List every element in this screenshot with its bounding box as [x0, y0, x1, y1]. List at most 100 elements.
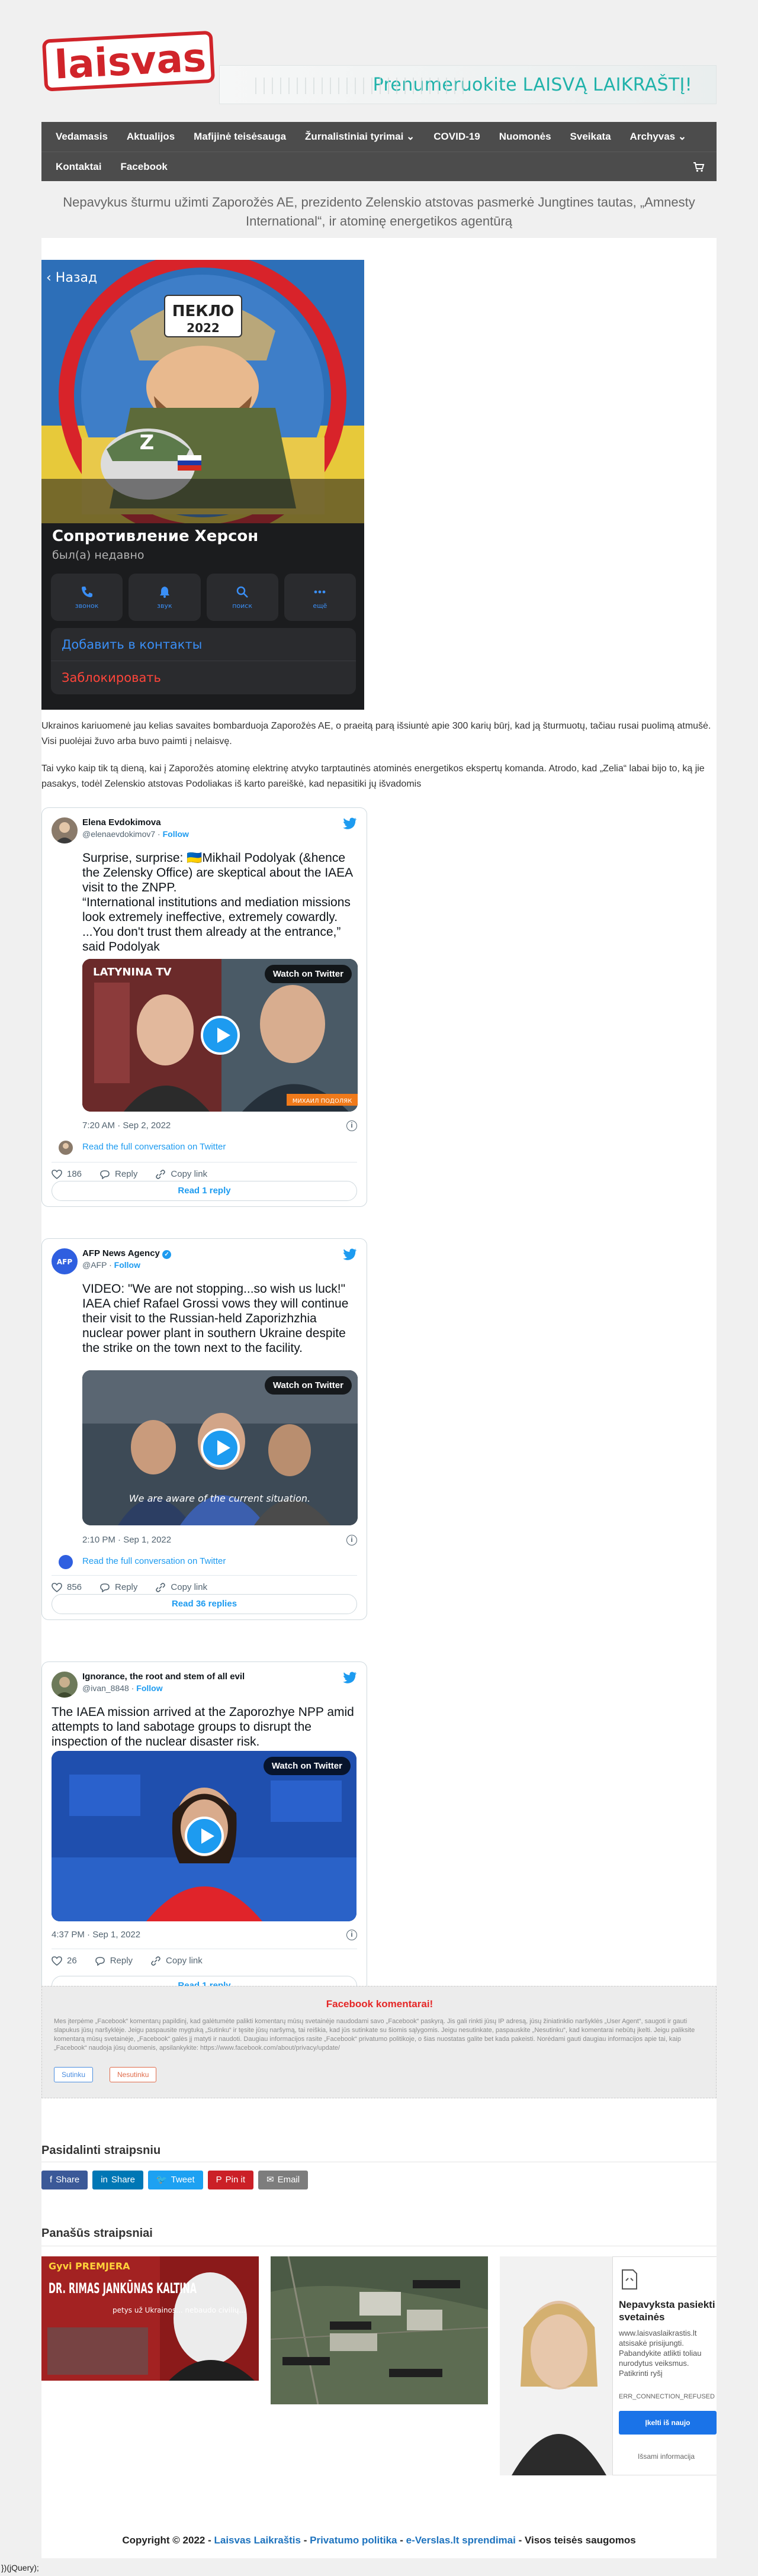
tweet-timestamp[interactable]: 7:20 AM · Sep 2, 2022	[82, 1120, 171, 1131]
pinterest-share-button[interactable]: P Pin it	[207, 2171, 254, 2189]
related-subline: petys už Ukrainos... nebaudo civilių...	[113, 2306, 246, 2314]
play-icon[interactable]	[184, 1817, 224, 1856]
more-button[interactable]: ещё	[284, 574, 356, 621]
nav-item-facebook[interactable]: Facebook	[111, 161, 176, 173]
read-conversation-link[interactable]: Read the full conversation on Twitter	[82, 1142, 226, 1152]
nav-item-archyvas[interactable]: Archyvas ⌄	[621, 131, 696, 143]
read-replies-button[interactable]: Read 1 reply	[52, 1181, 357, 1201]
info-icon[interactable]: i	[346, 1930, 357, 1940]
nav-item-sveikata[interactable]: Sveikata	[561, 131, 621, 143]
article-paragraph-1: Ukrainos kariuomenė jau kelias savaites …	[41, 721, 711, 746]
nav-item-mafijine-teisesauga[interactable]: Mafijinė teisėsauga	[184, 131, 296, 143]
related-article-2[interactable]	[271, 2256, 488, 2428]
linkedin-icon: in	[101, 2175, 108, 2185]
email-share-button[interactable]: ✉ Email	[258, 2171, 309, 2189]
tweet-timestamp[interactable]: 4:37 PM · Sep 1, 2022	[52, 1930, 140, 1940]
like-action[interactable]: 186	[52, 1169, 82, 1179]
info-icon[interactable]: i	[346, 1120, 357, 1131]
tweet-video[interactable]: LATYNINA TV МИХАИЛ ПОДОЛЯК Watch on Twit…	[82, 959, 358, 1112]
everslas-link[interactable]: e-Verslas.lt sprendimai	[406, 2535, 516, 2546]
link-icon	[151, 1956, 160, 1966]
reply-action[interactable]: Reply	[99, 1582, 137, 1592]
avatar-text: AFP	[57, 1258, 72, 1266]
sound-button[interactable]: звук	[129, 574, 201, 621]
tweet-text: The IAEA mission arrived at the Zaporozh…	[52, 1705, 354, 1749]
info-icon[interactable]: i	[346, 1535, 357, 1545]
tweet-video[interactable]: Watch on Twitter	[52, 1751, 356, 1921]
play-icon[interactable]	[200, 1016, 240, 1055]
nav-item-vedamasis[interactable]: Vedamasis	[46, 131, 117, 143]
twitter-bird-icon[interactable]	[343, 1248, 357, 1260]
linkedin-share-button[interactable]: in Share	[92, 2171, 143, 2189]
handle-text[interactable]: @AFP	[82, 1260, 107, 1270]
add-contact-button[interactable]: Добавить в контакты	[51, 628, 356, 661]
reply-action[interactable]: Reply	[99, 1169, 137, 1179]
footer-brand-link[interactable]: Laisvas Laikraštis	[214, 2535, 301, 2546]
play-icon[interactable]	[200, 1428, 240, 1467]
reload-button[interactable]: Įkelti iš naujo	[619, 2411, 717, 2435]
search-label: поиск	[232, 601, 252, 610]
heart-icon	[52, 1582, 62, 1592]
details-link[interactable]: Išsami informacija	[613, 2452, 717, 2461]
like-action[interactable]: 26	[52, 1956, 77, 1966]
reply-label: Reply	[110, 1956, 133, 1966]
share-section-title: Pasidalinti straipsniu	[41, 2144, 161, 2157]
call-button[interactable]: звонок	[51, 574, 123, 621]
copy-link-action[interactable]: Copy link	[150, 1956, 203, 1966]
nav-row-2: Kontaktai Facebook	[41, 152, 717, 181]
decline-button[interactable]: Nesutinku	[110, 2067, 157, 2082]
tweet-video[interactable]: We are aware of the current situation. W…	[82, 1370, 358, 1525]
avatar[interactable]	[52, 817, 78, 843]
watch-on-twitter-pill[interactable]: Watch on Twitter	[264, 1376, 352, 1395]
tweet-timestamp[interactable]: 2:10 PM · Sep 1, 2022	[82, 1535, 171, 1545]
author-name-text: AFP News Agency	[82, 1248, 160, 1258]
share-label: Email	[277, 2175, 300, 2185]
profile-actions: звонок звук поиск ещё	[51, 574, 356, 621]
watch-on-twitter-pill[interactable]: Watch on Twitter	[263, 1757, 351, 1775]
divider	[52, 1162, 357, 1163]
read-conversation-link[interactable]: Read the full conversation on Twitter	[82, 1556, 226, 1566]
twitter-bird-icon[interactable]	[343, 817, 357, 829]
avatar[interactable]	[52, 1672, 78, 1698]
reply-action[interactable]: Reply	[95, 1956, 133, 1966]
like-action[interactable]: 856	[52, 1582, 82, 1592]
nav-item-nuomones[interactable]: Nuomonės	[490, 131, 561, 143]
related-article-1[interactable]: Gyvi PREMJERA DR. RIMAS JANKŪNAS KALTINA…	[41, 2256, 259, 2428]
cart-icon[interactable]	[693, 162, 705, 172]
subscribe-banner[interactable]: Prenumeruokite LAISVĄ LAIKRAŠTĮ!	[219, 65, 717, 104]
twitter-share-button[interactable]: 🐦 Tweet	[147, 2171, 203, 2189]
twitter-bird-icon[interactable]	[343, 1672, 357, 1683]
agree-button[interactable]: Sutinku	[54, 2067, 94, 2082]
nav-item-covid[interactable]: COVID-19	[424, 131, 489, 143]
tweet-card-1: Elena Evdokimova @elenaevdokimov7 · Foll…	[41, 807, 367, 1207]
back-link[interactable]: ‹ Назад	[46, 271, 97, 285]
nav-item-zurnalistiniai-tyrimai[interactable]: Žurnalistiniai tyrimai ⌄	[296, 131, 424, 143]
search-button[interactable]: поиск	[206, 574, 278, 621]
read-replies-button[interactable]: Read 36 replies	[52, 1594, 357, 1614]
nav-item-kontaktai[interactable]: Kontaktai	[46, 161, 111, 173]
follow-link[interactable]: Follow	[114, 1260, 140, 1270]
avatar[interactable]: AFP	[52, 1248, 78, 1274]
block-button[interactable]: Заблокировать	[51, 661, 356, 694]
handle-text[interactable]: @ivan_8848	[82, 1683, 129, 1693]
related-kicker: Gyvi PREMJERA	[49, 2261, 130, 2272]
rights-text: - Visos teisės saugomos	[518, 2535, 636, 2546]
site-logo[interactable]: laisvas	[41, 28, 219, 94]
tweet-author-name[interactable]: Ignorance, the root and stem of all evil	[82, 1672, 245, 1682]
privacy-policy-link[interactable]: Privatumo politika	[310, 2535, 397, 2546]
tweet-author-name[interactable]: Elena Evdokimova	[82, 817, 161, 827]
follow-link[interactable]: Follow	[163, 829, 189, 839]
chevron-left-icon: ‹	[46, 271, 56, 285]
copy-link-action[interactable]: Copy link	[155, 1169, 207, 1179]
facebook-share-button[interactable]: f Share	[41, 2171, 88, 2189]
handle-text[interactable]: @elenaevdokimov7	[82, 829, 155, 839]
follow-link[interactable]: Follow	[136, 1683, 162, 1693]
tweet-text: VIDEO: "We are not stopping...so wish us…	[82, 1282, 349, 1355]
tweet-actions: 26 Reply Copy link	[52, 1956, 203, 1966]
sound-label: звук	[157, 601, 172, 610]
nav-item-aktualijos[interactable]: Aktualijos	[117, 131, 184, 143]
copy-link-action[interactable]: Copy link	[155, 1582, 207, 1592]
related-article-3[interactable]: Nepavyksta pasiekti svetainės www.laisva…	[500, 2256, 717, 2475]
tweet-author-name[interactable]: AFP News Agency ✓	[82, 1248, 172, 1259]
watch-on-twitter-pill[interactable]: Watch on Twitter	[264, 965, 352, 983]
